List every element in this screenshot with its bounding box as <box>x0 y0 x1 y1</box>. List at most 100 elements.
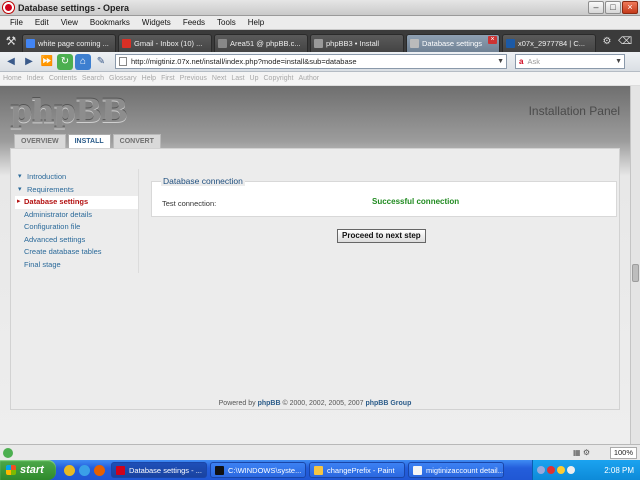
link-previous[interactable]: Previous <box>180 75 207 82</box>
status-bar: ▦ ⚙ 100% <box>0 444 640 460</box>
phpbb-logo[interactable]: phpBB <box>10 92 128 130</box>
tab-close-icon[interactable]: × <box>488 36 497 44</box>
proceed-button[interactable]: Proceed to next step <box>337 229 426 243</box>
browser-tab-active[interactable]: Database settings × <box>406 34 500 52</box>
tab-convert[interactable]: CONVERT <box>112 134 161 148</box>
footer-prefix: Powered by <box>218 400 258 407</box>
ie-icon[interactable] <box>79 464 90 476</box>
windows-taskbar: start Database settings - ... C:\WINDOWS… <box>0 460 640 480</box>
window-controls: – □ × <box>588 1 638 14</box>
sidebar-item-advanced-settings[interactable]: Advanced settings <box>15 234 139 247</box>
test-connection-label: Test connection: <box>162 199 217 208</box>
back-icon[interactable]: ◀ <box>3 54 19 70</box>
taskbar-item-cmd[interactable]: C:\WINDOWS\syste... <box>210 462 306 478</box>
view-icon[interactable]: ▦ ⚙ <box>573 448 590 457</box>
browser-tab[interactable]: white page coming ... <box>22 34 116 52</box>
browser-tab[interactable]: Gmail - Inbox (10) ... <box>118 34 212 52</box>
link-next[interactable]: Next <box>212 75 226 82</box>
trash-icon[interactable]: ⌫ <box>618 35 632 49</box>
sidebar-item-create-database-tables[interactable]: Create database tables <box>15 246 139 259</box>
home-icon[interactable]: ⌂ <box>75 53 91 70</box>
notepad-icon <box>413 465 422 475</box>
zoom-selector[interactable]: 100% <box>609 447 637 459</box>
chevron-down-icon[interactable]: ▼ <box>615 58 622 65</box>
browser-tab[interactable]: x07x_2977784 | C... <box>502 34 596 52</box>
phpbb-link[interactable]: phpBB <box>258 400 281 407</box>
browser-tab[interactable]: Area51 @ phpBB.c... <box>214 34 308 52</box>
terminal-icon <box>215 465 224 475</box>
link-copyright[interactable]: Copyright <box>264 75 294 82</box>
sidebar-item-final-stage[interactable]: Final stage <box>15 259 139 272</box>
tray-security-icon[interactable] <box>547 466 555 474</box>
maximize-button[interactable]: □ <box>605 1 621 14</box>
link-toolbar: Home Index Contents Search Glossary Help… <box>0 72 640 86</box>
page-favicon-icon <box>314 39 323 48</box>
start-label: start <box>20 464 44 476</box>
tray-volume-icon[interactable] <box>567 466 575 474</box>
tray-network-icon[interactable] <box>537 466 545 474</box>
taskbar-item-opera[interactable]: Database settings - ... <box>111 462 207 478</box>
link-author[interactable]: Author <box>298 75 319 82</box>
link-index[interactable]: Index <box>27 75 44 82</box>
install-tabs: OVERVIEW INSTALL CONVERT <box>14 134 161 148</box>
browser-tab[interactable]: phpBB3 • Install <box>310 34 404 52</box>
paint-icon <box>314 465 323 475</box>
close-button[interactable]: × <box>622 1 638 14</box>
navigation-bar: ◀ ▶ ⏩ ↻ ⌂ ✎ http://migtiniz.07x.net/inst… <box>0 52 640 72</box>
tray-update-icon[interactable] <box>557 466 565 474</box>
chevron-down-icon[interactable]: ▼ <box>497 58 504 65</box>
clock: 2:08 PM <box>604 465 634 475</box>
sidebar-divider <box>138 169 139 273</box>
link-search[interactable]: Search <box>82 75 104 82</box>
sidebar-item-configuration-file[interactable]: Configuration file <box>15 221 139 234</box>
menu-widgets[interactable]: Widgets <box>136 18 177 27</box>
firefox-icon[interactable] <box>94 464 105 476</box>
page-favicon-icon <box>506 39 515 48</box>
sidebar-item-introduction[interactable]: Introduction <box>15 171 139 184</box>
taskbar-item-paint[interactable]: changePrefix - Paint <box>309 462 405 478</box>
menu-tools[interactable]: Tools <box>211 18 242 27</box>
page-favicon-icon <box>410 39 419 48</box>
sidebar-item-administrator-details[interactable]: Administrator details <box>15 209 139 222</box>
footer-copyright: © 2000, 2002, 2005, 2007 <box>280 400 366 407</box>
link-contents[interactable]: Contents <box>49 75 77 82</box>
database-connection-fieldset: Database connection Test connection: Suc… <box>151 176 617 217</box>
reload-icon[interactable]: ↻ <box>57 53 73 70</box>
tab-overview[interactable]: OVERVIEW <box>14 134 66 148</box>
link-first[interactable]: First <box>161 75 175 82</box>
start-button[interactable]: start <box>0 460 56 480</box>
tab-install[interactable]: INSTALL <box>67 134 111 148</box>
menu-feeds[interactable]: Feeds <box>177 18 211 27</box>
forward-icon[interactable]: ▶ <box>21 54 37 70</box>
menu-view[interactable]: View <box>55 18 84 27</box>
gear-icon[interactable]: ⚙ <box>600 35 614 49</box>
menu-file[interactable]: File <box>4 18 29 27</box>
sidebar-item-database-settings[interactable]: Database settings <box>15 196 139 209</box>
taskbar-item-notepad[interactable]: migtinizaccount detail... <box>408 462 504 478</box>
page-favicon-icon <box>218 39 227 48</box>
sidebar-item-requirements[interactable]: Requirements <box>15 184 139 197</box>
link-help[interactable]: Help <box>142 75 156 82</box>
wand-icon[interactable]: ✎ <box>93 54 109 70</box>
window-titlebar: Database settings - Opera – □ × <box>0 0 640 16</box>
scrollbar-thumb[interactable] <box>632 264 639 282</box>
search-placeholder: Ask <box>527 57 540 66</box>
chrome-icon[interactable] <box>64 464 75 476</box>
page-scrollbar[interactable] <box>630 86 640 444</box>
fast-forward-icon[interactable]: ⏩ <box>39 54 55 70</box>
link-up[interactable]: Up <box>250 75 259 82</box>
menu-edit[interactable]: Edit <box>29 18 55 27</box>
opera-icon <box>3 2 14 13</box>
link-home[interactable]: Home <box>3 75 22 82</box>
link-last[interactable]: Last <box>231 75 244 82</box>
link-glossary[interactable]: Glossary <box>109 75 137 82</box>
address-bar[interactable]: http://migtiniz.07x.net/install/index.ph… <box>115 54 507 69</box>
phpbb-group-link[interactable]: phpBB Group <box>365 400 411 407</box>
search-input[interactable]: a Ask ▼ <box>515 54 625 69</box>
panels-icon[interactable] <box>3 447 13 458</box>
menu-bookmarks[interactable]: Bookmarks <box>84 18 136 27</box>
minimize-button[interactable]: – <box>588 1 604 14</box>
tools-icon[interactable]: ⚒ <box>2 32 20 50</box>
menu-help[interactable]: Help <box>242 18 270 27</box>
system-tray: 2:08 PM <box>532 460 640 480</box>
